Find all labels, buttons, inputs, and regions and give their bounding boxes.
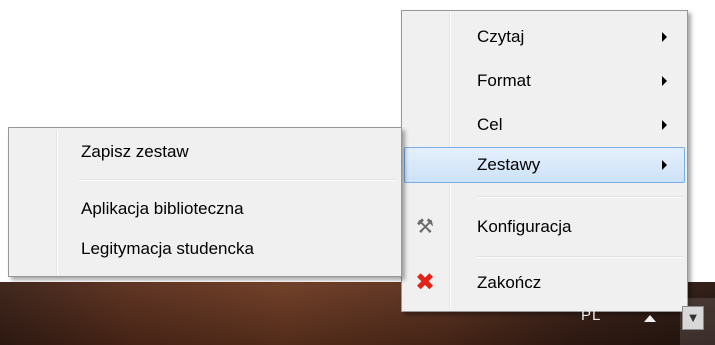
menu-item-label: Czytaj: [477, 27, 525, 46]
show-hidden-icons-icon[interactable]: [644, 315, 656, 322]
submenu-arrow-icon: [662, 32, 667, 42]
menu-separator: [477, 196, 683, 198]
zestawy-submenu: Zapisz zestaw Aplikacja biblioteczna Leg…: [8, 127, 402, 277]
menu-item-format[interactable]: Format: [404, 63, 685, 99]
submenu-item-zapisz-zestaw[interactable]: Zapisz zestaw: [11, 134, 399, 170]
menu-item-label: Zapisz zestaw: [81, 142, 189, 161]
menu-item-label: Legitymacja studencka: [81, 239, 254, 258]
menu-item-label: Konfiguracja: [477, 217, 572, 236]
menu-separator: [79, 179, 395, 181]
menu-item-label: Zestawy: [477, 155, 541, 174]
menu-item-konfiguracja[interactable]: ⚒ Konfiguracja: [404, 209, 685, 245]
menu-item-zestawy[interactable]: Zestawy: [404, 147, 685, 183]
menu-item-label: Format: [477, 71, 531, 90]
tray-app-icon[interactable]: ▼: [682, 306, 704, 330]
menu-item-cel[interactable]: Cel: [404, 107, 685, 143]
submenu-item-aplikacja-biblioteczna[interactable]: Aplikacja biblioteczna: [11, 191, 399, 227]
menu-item-label: Zakończ: [477, 273, 542, 292]
tools-icon: ⚒: [416, 216, 434, 238]
close-icon: ✖: [414, 269, 436, 296]
menu-item-czytaj[interactable]: Czytaj: [404, 19, 685, 55]
submenu-arrow-icon: [662, 160, 667, 170]
submenu-arrow-icon: [662, 120, 667, 130]
menu-separator: [477, 256, 683, 258]
tray-context-menu: Czytaj Format Cel Zestawy ⚒ Konfiguracja…: [401, 10, 688, 312]
menu-item-label: Cel: [477, 115, 503, 134]
menu-item-zakoncz[interactable]: ✖ Zakończ: [404, 265, 685, 301]
submenu-item-legitymacja-studencka[interactable]: Legitymacja studencka: [11, 231, 399, 267]
submenu-arrow-icon: [662, 76, 667, 86]
menu-item-label: Aplikacja biblioteczna: [81, 199, 244, 218]
language-indicator[interactable]: PL: [581, 307, 601, 324]
